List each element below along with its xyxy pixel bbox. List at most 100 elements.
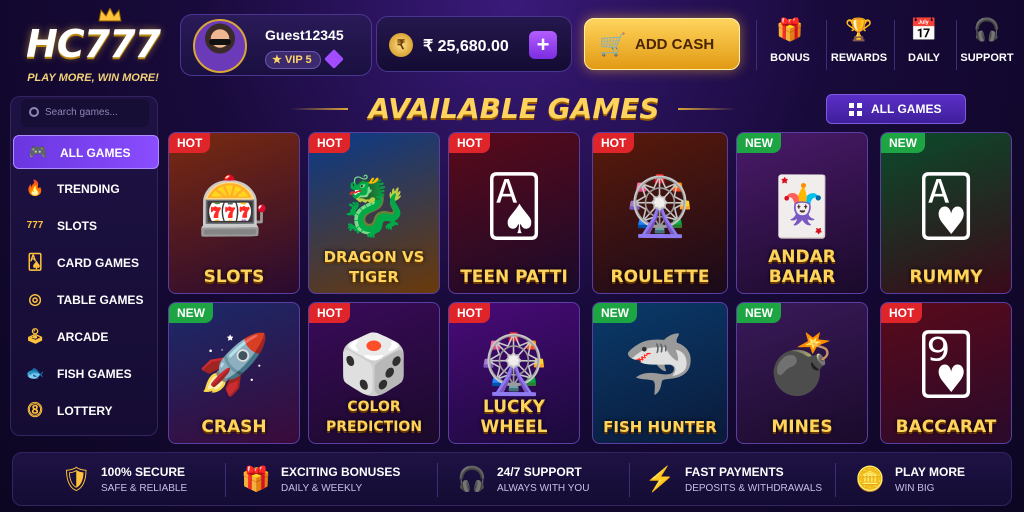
username: Guest12345 xyxy=(265,27,344,43)
cards-chips-icon: 🂡 xyxy=(484,174,544,239)
avatar[interactable] xyxy=(193,19,247,73)
fire-icon: 🔥 xyxy=(25,180,45,197)
star-icon: ★ xyxy=(272,54,282,66)
sidebar-item-label: TRENDING xyxy=(57,182,120,196)
sidebar-item-fish-games[interactable]: 🐟 FISH GAMES xyxy=(11,357,159,391)
feature-support: 🎧 24/7 SUPPORT ALWAYS WITH YOU xyxy=(457,461,647,499)
game-title: LUCKY WHEEL xyxy=(480,397,548,437)
rupee-coin-icon: ₹ xyxy=(389,33,413,57)
sidebar-item-label: ALL GAMES xyxy=(60,146,131,160)
nav-label: BONUS xyxy=(770,52,810,64)
nav-daily[interactable]: 📅 DAILY xyxy=(892,16,956,76)
game-title: BACCARAT xyxy=(895,417,997,437)
nav-rewards[interactable]: 🏆 REWARDS xyxy=(827,16,891,76)
vip-badge[interactable]: ★ VIP 5 xyxy=(265,51,321,69)
divider xyxy=(835,463,836,497)
game-card-slots[interactable]: HOT 🎰 SLOTS xyxy=(168,132,300,294)
cards-icon: 🂡 xyxy=(27,254,43,271)
shark-icon: 🦈 xyxy=(623,332,697,397)
hot-badge: HOT xyxy=(309,133,351,153)
game-card-roulette[interactable]: HOT 🎡 ROULETTE xyxy=(592,132,728,294)
shield-icon: 🛡 xyxy=(61,466,92,493)
coins-icon: 🪙 xyxy=(855,466,885,493)
game-title: RUMMY xyxy=(909,267,983,287)
sidebar-item-label: SLOTS xyxy=(57,219,98,233)
feature-subtitle: DAILY & WEEKLY xyxy=(281,483,363,494)
trophy-icon: 🏆 xyxy=(845,17,873,42)
hot-badge: HOT xyxy=(881,303,923,323)
vip-level: VIP 5 xyxy=(284,54,312,66)
game-title: SLOTS xyxy=(203,267,265,287)
game-card-dragon-tiger[interactable]: HOT 🐉 DRAGON VS TIGER xyxy=(308,132,440,294)
gamepad-icon: 🎮 xyxy=(28,144,48,161)
game-card-teen-patti[interactable]: HOT 🂡 TEEN PATTI xyxy=(448,132,580,294)
slot-777-icon: 777 xyxy=(26,220,44,231)
feature-bonuses: 🎁 EXCITING BONUSES DAILY & WEEKLY xyxy=(241,461,431,499)
feature-play-more: 🪙 PLAY MORE WIN BIG xyxy=(855,461,1005,499)
rocket-icon: 🚀 xyxy=(197,332,271,397)
new-badge: NEW xyxy=(737,303,781,323)
hot-badge: HOT xyxy=(449,303,491,323)
balance-value: ₹ 25,680.00 xyxy=(423,38,509,55)
crown-icon xyxy=(98,8,122,22)
nav-label: REWARDS xyxy=(830,52,888,64)
add-cash-label: ADD CASH xyxy=(635,36,715,53)
brand-tagline: PLAY MORE, WIN MORE! xyxy=(27,72,159,84)
divider xyxy=(629,463,630,497)
search-input[interactable]: Search games... xyxy=(21,99,149,127)
game-card-rummy[interactable]: NEW 🂱 RUMMY xyxy=(880,132,1012,294)
divider xyxy=(437,463,438,497)
game-card-fish-hunter[interactable]: NEW 🦈 FISH HUNTER xyxy=(592,302,728,444)
user-profile[interactable]: Guest12345 ★ VIP 5 xyxy=(180,14,372,76)
feature-title: FAST PAYMENTS xyxy=(685,465,784,479)
sidebar-item-card-games[interactable]: 🂡 CARD GAMES xyxy=(11,246,159,280)
game-title: MINES xyxy=(771,417,833,437)
chip-icon: ◎ xyxy=(28,291,42,308)
add-funds-button[interactable]: + xyxy=(529,31,557,59)
lottery-ball-icon: ⓼ xyxy=(27,402,43,419)
nav-support[interactable]: 🎧 SUPPORT xyxy=(955,16,1019,76)
brand-name: HC777 xyxy=(25,22,161,66)
fish-icon: 🐟 xyxy=(25,365,45,382)
cart-icon: 🛒 xyxy=(599,32,627,57)
game-title: COLOR PREDICTION xyxy=(325,399,423,435)
sidebar-item-arcade[interactable]: 🕹 ARCADE xyxy=(11,320,159,354)
game-title: CRASH xyxy=(201,417,267,437)
sidebar-item-slots[interactable]: 777 SLOTS xyxy=(11,209,159,243)
game-card-mines[interactable]: NEW 💣 MINES xyxy=(736,302,868,444)
cards-chips-icon: 🂱 xyxy=(916,174,976,239)
cards-chips-icon: 🂹 xyxy=(916,332,976,397)
sidebar-item-lottery[interactable]: ⓼ LOTTERY xyxy=(11,394,159,428)
game-title: TEEN PATTI xyxy=(460,267,568,287)
header: HC777 PLAY MORE, WIN MORE! Guest12345 ★ … xyxy=(0,0,1024,88)
sidebar-item-trending[interactable]: 🔥 TRENDING xyxy=(11,172,159,206)
game-card-crash[interactable]: NEW 🚀 CRASH xyxy=(168,302,300,444)
grid-icon xyxy=(849,103,862,116)
all-games-button[interactable]: ALL GAMES xyxy=(826,94,966,124)
nav-label: SUPPORT xyxy=(960,52,1014,64)
nav-bonus[interactable]: 🎁 BONUS xyxy=(758,16,822,76)
sidebar-item-label: TABLE GAMES xyxy=(57,293,144,307)
game-title: ANDAR BAHAR xyxy=(768,247,836,287)
feature-title: PLAY MORE xyxy=(895,465,966,479)
sidebar-item-all-games[interactable]: 🎮 ALL GAMES xyxy=(13,135,159,169)
game-card-lucky-wheel[interactable]: HOT 🎡 LUCKY WHEEL xyxy=(448,302,580,444)
brand-logo[interactable]: HC777 PLAY MORE, WIN MORE! xyxy=(18,8,168,84)
gem-icon xyxy=(324,49,344,69)
feature-payments: ⚡ FAST PAYMENTS DEPOSITS & WITHDRAWALS xyxy=(645,461,835,499)
hot-badge: HOT xyxy=(309,303,351,323)
game-card-baccarat[interactable]: HOT 🂹 BACCARAT xyxy=(880,302,1012,444)
headset-icon: 🎧 xyxy=(973,17,1001,42)
gift-icon: 🎁 xyxy=(241,466,271,493)
headset-icon: 🎧 xyxy=(457,466,487,493)
bomb-icon: 💣 xyxy=(765,332,839,397)
feature-subtitle: WIN BIG xyxy=(895,483,935,494)
game-card-color-prediction[interactable]: HOT 🎲 COLOR PREDICTION xyxy=(308,302,440,444)
lightning-icon: ⚡ xyxy=(645,466,675,493)
divider xyxy=(756,20,757,70)
game-card-andar-bahar[interactable]: NEW 🃏 ANDAR BAHAR xyxy=(736,132,868,294)
add-cash-button[interactable]: 🛒 ADD CASH xyxy=(584,18,740,70)
new-badge: NEW xyxy=(737,133,781,153)
sidebar-item-table-games[interactable]: ◎ TABLE GAMES xyxy=(11,283,159,317)
search-placeholder: Search games... xyxy=(45,107,118,118)
